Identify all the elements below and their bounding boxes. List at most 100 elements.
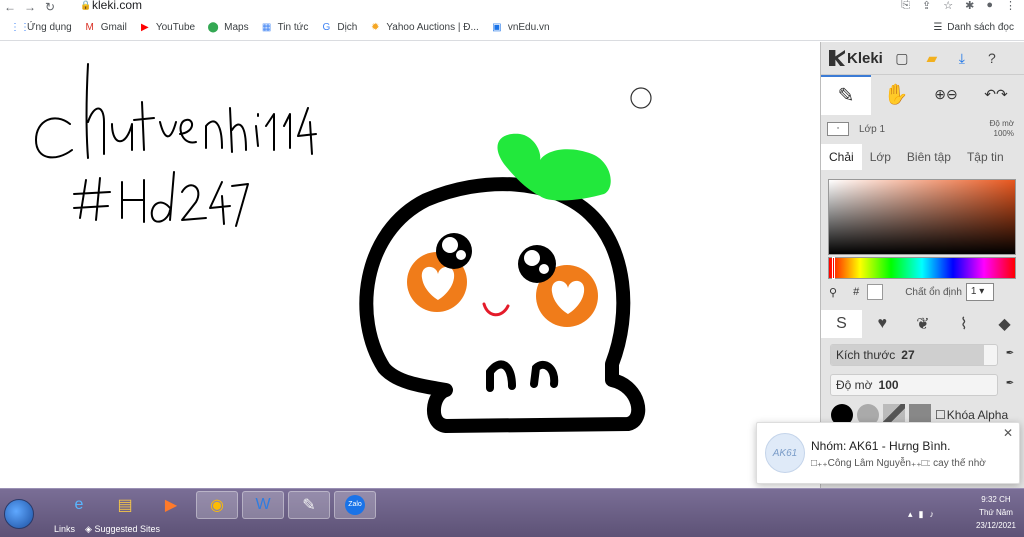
size-pressure-icon[interactable]: ✒ — [1003, 348, 1017, 362]
screen: ← → ↻ 🔒 kleki.com ⎘ ⇪ ☆ ✱ ● ⋮ ⋮⋮ Ứng dụng… — [0, 0, 1024, 537]
reload-icon[interactable]: ↻ — [40, 1, 60, 13]
drawing-canvas[interactable] — [0, 42, 820, 488]
suggested-sites-label: Suggested Sites — [94, 524, 160, 534]
reading-list[interactable]: ☰ Danh sách đọc — [933, 22, 1014, 33]
links-label[interactable]: Links — [54, 524, 75, 535]
news-icon: ▦ — [261, 21, 272, 33]
zoom-in-icon[interactable]: ⊕ — [934, 86, 946, 103]
lock-alpha-checkbox[interactable]: ☐ — [935, 408, 946, 422]
eyedropper-icon[interactable]: ⚲ — [829, 286, 837, 299]
tab-0[interactable]: Chải — [821, 144, 862, 170]
pixel-brush-button[interactable]: ⌇ — [943, 310, 984, 338]
chat-notification[interactable]: AK61 Nhóm: AK61 - Hưng Bình. □₊₊Công Lâm… — [756, 422, 1020, 484]
zoom-buttons[interactable]: ⊕ ⊖ — [921, 75, 971, 115]
bookmark-item[interactable]: ▦ Tin tức — [261, 22, 309, 34]
hand-icon: ✋ — [883, 84, 909, 106]
layer-thumbnail: ▫ — [827, 122, 849, 136]
menu-icon[interactable]: ⋮ — [1005, 0, 1016, 12]
sketchy-brush-button[interactable]: ❦ — [903, 310, 944, 338]
hex-input-button[interactable]: # — [853, 286, 859, 298]
suggested-sites[interactable]: ◈ Suggested Sites — [85, 524, 160, 535]
undo-redo-buttons[interactable]: ↶ ↷ — [971, 75, 1021, 115]
help-icon[interactable]: ? — [981, 47, 1003, 69]
bookmark-label: Tin tức — [277, 22, 309, 33]
clock-day: Thứ Năm — [979, 508, 1013, 517]
show-hidden-icons-icon[interactable]: ▴ — [908, 509, 913, 520]
hue-slider[interactable] — [828, 257, 1016, 279]
pen-brush-button[interactable]: S — [821, 310, 862, 338]
profile-avatar[interactable]: ● — [986, 0, 993, 12]
network-icon[interactable]: ▮ — [919, 509, 924, 520]
new-image-icon[interactable]: ▢ — [891, 47, 913, 69]
reading-list-icon: ☰ — [933, 22, 943, 33]
back-icon[interactable]: ← — [0, 1, 20, 13]
blend-brush-button[interactable]: ♥ — [862, 310, 903, 338]
bookmark-item[interactable]: ▣ vnEdu.vn — [491, 22, 549, 34]
brush-tool-button[interactable]: ✎ — [821, 74, 871, 115]
word-icon[interactable]: W — [242, 491, 284, 519]
paint-icon[interactable]: ✎ — [288, 491, 330, 519]
bookmark-label: YouTube — [155, 22, 196, 33]
saturation-value-field[interactable] — [828, 179, 1016, 255]
notification-message: □₊₊Công Lâm Nguyễn₊₊□: cay thế nhờ — [811, 458, 986, 469]
stabilizer-label: Chất ổn định — [905, 286, 962, 298]
hand-tool-button[interactable]: ✋ — [871, 75, 921, 115]
clock[interactable]: 9:32 CH Thứ Năm 23/12/2021 — [976, 493, 1016, 532]
chrome-icon[interactable]: ◉ — [196, 491, 238, 519]
start-button[interactable] — [4, 499, 34, 529]
bookmark-item[interactable]: ▶ YouTube — [139, 22, 195, 34]
eraser-button[interactable]: ◆ — [984, 310, 1024, 338]
media-player-icon[interactable]: ▶ — [150, 491, 192, 519]
clock-time: 9:32 CH — [981, 495, 1011, 504]
download-icon[interactable]: ⤓ — [951, 47, 973, 69]
tab-3[interactable]: Tập tin — [959, 144, 1012, 170]
close-icon[interactable]: ✕ — [1003, 426, 1013, 440]
kleki-logo[interactable]: Kleki — [829, 50, 883, 67]
bookmark-item[interactable]: ✹ Yahoo Auctions | Đ... — [369, 21, 479, 34]
skull-mascot-drawing — [359, 133, 646, 433]
ie-icon[interactable]: e — [58, 491, 100, 519]
lock-icon[interactable]: 🔒 — [80, 0, 91, 11]
secondary-color-swatch[interactable] — [867, 284, 884, 300]
bookmark-label: Dịch — [337, 22, 358, 33]
zalo-button[interactable]: Zalo — [334, 491, 376, 519]
undo-icon[interactable]: ↶ — [984, 86, 996, 103]
zoom-out-icon[interactable]: ⊖ — [946, 86, 958, 103]
notification-title: Nhóm: AK61 - Hưng Bình. — [811, 439, 951, 453]
stabilizer-select[interactable]: 1 ▾ — [965, 283, 994, 301]
bookmark-item[interactable]: ⋮⋮ Ứng dụng — [10, 22, 72, 34]
browser-toolbar: ← → ↻ 🔒 kleki.com ⎘ ⇪ ☆ ✱ ● ⋮ — [0, 0, 1024, 14]
kleki-logo-icon — [829, 50, 845, 66]
forward-icon[interactable]: → — [20, 1, 40, 13]
bookmarks-bar: ⋮⋮ Ứng dụng M Gmail ▶ YouTube ⬤ Maps ▦ Tin tức G Dị… — [0, 15, 1024, 41]
star-icon[interactable]: ☆ — [943, 0, 953, 12]
bookmark-item[interactable]: M Gmail — [84, 22, 127, 34]
translate-page-icon[interactable]: ⎘ — [901, 0, 910, 12]
extensions-icon[interactable]: ✱ — [965, 0, 974, 12]
color-picker[interactable] — [828, 179, 1016, 279]
size-slider[interactable]: Kích thước 27 — [830, 344, 998, 366]
bookmark-item[interactable]: G Dịch — [320, 22, 357, 34]
open-folder-icon[interactable]: ▰ — [921, 47, 943, 69]
translate-icon: G — [322, 21, 331, 33]
hue-handle[interactable] — [832, 257, 835, 279]
tab-2[interactable]: Biên tập — [899, 144, 959, 170]
tab-1[interactable]: Lớp — [862, 144, 899, 170]
brush-cursor — [630, 87, 652, 109]
bookmark-item[interactable]: ⬤ Maps — [207, 22, 249, 34]
sketchy-brush-icon: ❦ — [916, 316, 930, 333]
volume-icon[interactable]: ♪ — [930, 509, 935, 520]
brush-icon: ✎ — [837, 85, 855, 107]
pixel-brush-icon: ⌇ — [959, 316, 968, 333]
opacity-pressure-icon[interactable]: ✒ — [1003, 378, 1017, 392]
handwriting-hashtag — [73, 171, 249, 227]
redo-icon[interactable]: ↷ — [996, 86, 1008, 103]
brush-types: S ♥ ❦ ⌇ ◆ — [821, 310, 1024, 338]
clock-date: 23/12/2021 — [975, 521, 1016, 530]
yahoo-icon: ✹ — [371, 21, 380, 33]
current-layer-row[interactable]: ▫ Lớp 1 Độ mờ 100% — [821, 114, 1024, 144]
address-bar[interactable]: kleki.com — [92, 0, 142, 12]
opacity-slider[interactable]: Độ mờ 100 — [830, 374, 998, 396]
share-icon[interactable]: ⇪ — [922, 0, 931, 12]
explorer-icon[interactable]: ▤ — [104, 491, 146, 519]
